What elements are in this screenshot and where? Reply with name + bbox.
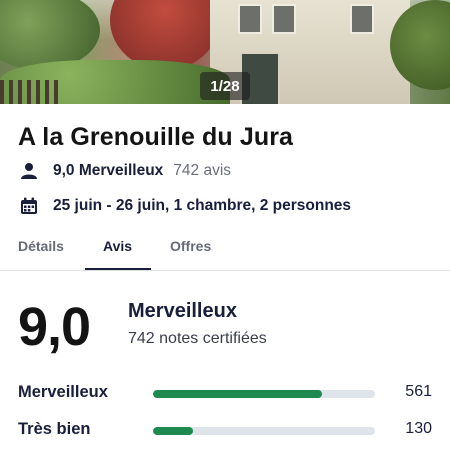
- rating-category-count: 130: [405, 420, 432, 437]
- tab-details[interactable]: Détails: [18, 238, 64, 254]
- rating-bar-fill: [153, 390, 322, 398]
- calendar-icon: [18, 196, 40, 216]
- review-score: 9,0: [18, 297, 91, 357]
- tab-bar: Détails Avis Offres: [0, 228, 450, 271]
- review-score-label: Merveilleux: [128, 300, 237, 322]
- tab-offers[interactable]: Offres: [170, 238, 211, 254]
- rating-distribution-row: Très bien 130: [18, 420, 432, 444]
- photo-fence: [0, 80, 60, 104]
- rating-distribution-row: Merveilleux 561: [18, 383, 432, 407]
- rating-bar-track: [153, 390, 375, 398]
- hero-photo[interactable]: 1/28: [0, 0, 450, 104]
- rating-category-label: Merveilleux: [18, 383, 108, 401]
- rating-bar-track: [153, 427, 375, 435]
- photo-window: [238, 4, 262, 34]
- rating-category-count: 561: [405, 383, 432, 400]
- active-tab-indicator: [85, 268, 151, 270]
- rating-category-label: Très bien: [18, 420, 91, 438]
- person-icon: [18, 161, 40, 181]
- tab-reviews[interactable]: Avis: [103, 238, 132, 254]
- review-count: 742 avis: [173, 162, 232, 179]
- photo-window: [272, 4, 296, 34]
- photo-counter: 1/28: [200, 72, 250, 100]
- rating-summary-row[interactable]: 9,0 Merveilleux 742 avis: [18, 161, 231, 181]
- hotel-name: A la Grenouille du Jura: [18, 123, 294, 151]
- photo-window: [350, 4, 374, 34]
- stay-details-row[interactable]: 25 juin - 26 juin, 1 chambre, 2 personne…: [18, 196, 351, 216]
- stay-details: 25 juin - 26 juin, 1 chambre, 2 personne…: [53, 197, 352, 214]
- rating-bar-fill: [153, 427, 193, 435]
- verified-reviews-count: 742 notes certifiées: [128, 330, 267, 347]
- rating-summary: 9,0 Merveilleux: [53, 162, 164, 179]
